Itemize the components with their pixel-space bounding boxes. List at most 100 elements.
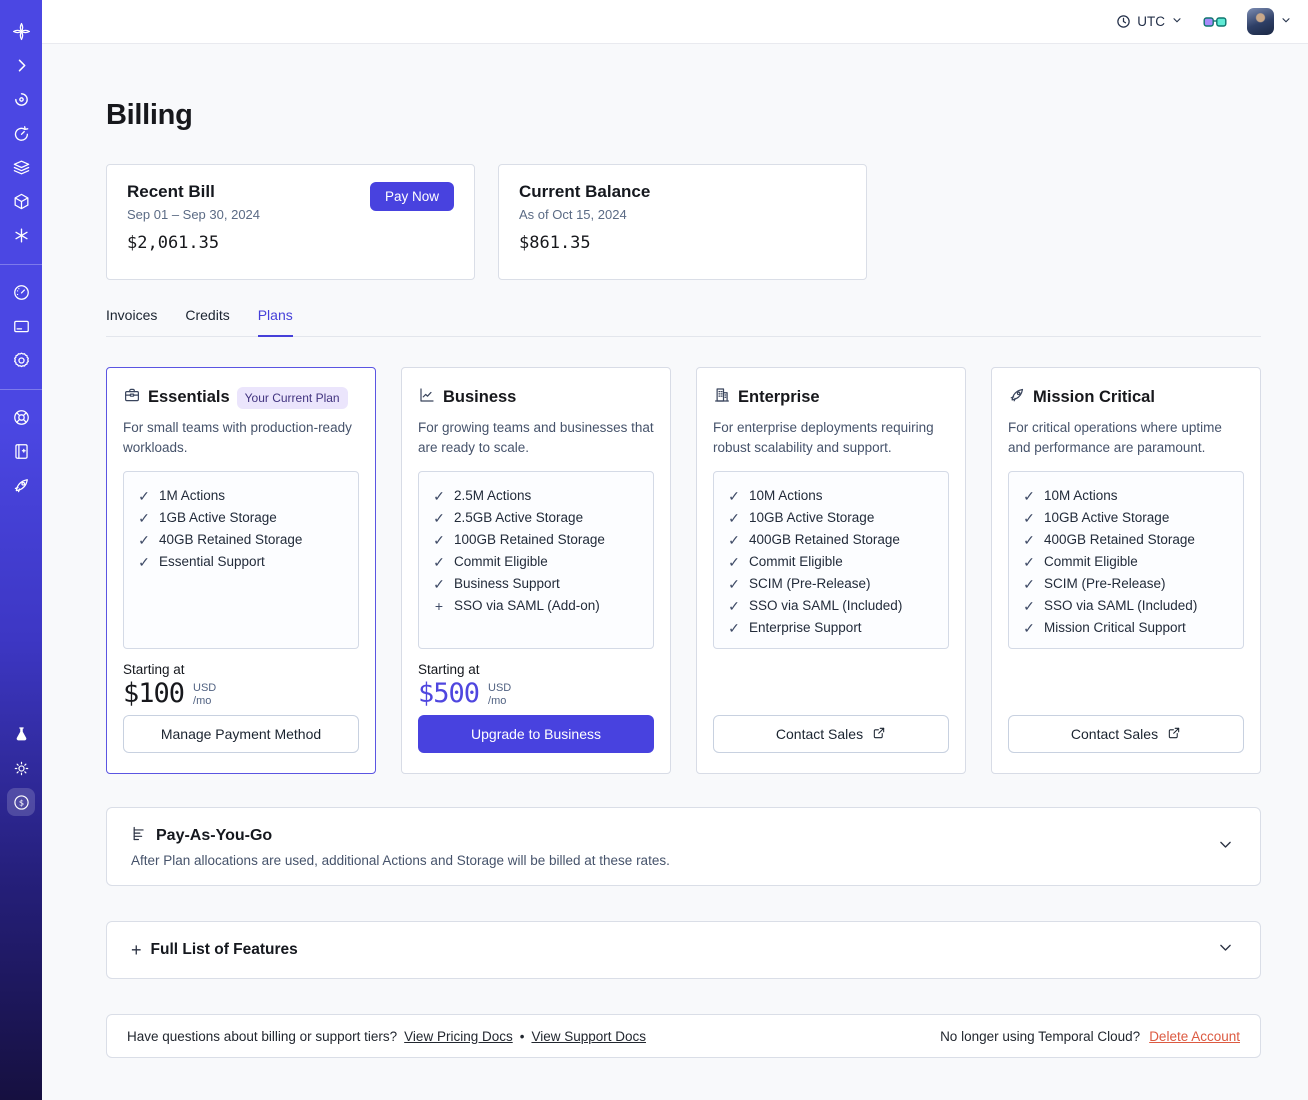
timezone-selector[interactable]: UTC xyxy=(1116,14,1183,29)
view-support-docs-link[interactable]: View Support Docs xyxy=(531,1029,646,1044)
card-icon[interactable] xyxy=(7,312,35,340)
manage-payment-button[interactable]: Manage Payment Method xyxy=(123,715,359,753)
feature-text: Commit Eligible xyxy=(454,554,548,570)
feature-text: 10GB Active Storage xyxy=(1044,510,1170,526)
features-accordion[interactable]: + Full List of Features xyxy=(106,921,1261,979)
feature-text: 40GB Retained Storage xyxy=(159,532,303,548)
asterisk-icon[interactable] xyxy=(7,221,35,249)
plan-card-business: Business For growing teams and businesse… xyxy=(401,367,671,774)
contact-sales-button[interactable]: Contact Sales xyxy=(1008,715,1244,753)
building-icon xyxy=(713,386,731,409)
tab-plans[interactable]: Plans xyxy=(257,307,293,337)
temporal-logo[interactable] xyxy=(7,17,35,45)
check-icon: ✓ xyxy=(1023,576,1035,593)
feature-text: Business Support xyxy=(454,576,560,592)
check-icon: ✓ xyxy=(1023,620,1035,637)
check-icon: ✓ xyxy=(433,510,445,527)
price-period: /mo xyxy=(193,695,212,708)
plan-name: Essentials xyxy=(148,388,230,406)
tab-credits[interactable]: Credits xyxy=(185,307,229,336)
price-label: Starting at xyxy=(418,662,480,678)
check-icon: ✓ xyxy=(1023,554,1035,571)
price-currency: USD xyxy=(193,682,217,695)
price-amount: $100 xyxy=(123,678,185,710)
feature-text: Enterprise Support xyxy=(749,620,862,636)
tab-invoices[interactable]: Invoices xyxy=(106,307,157,336)
check-icon: ✓ xyxy=(138,554,150,571)
summary-row: Recent Bill Sep 01 – Sep 30, 2024 $2,061… xyxy=(106,164,1261,280)
view-pricing-docs-link[interactable]: View Pricing Docs xyxy=(404,1029,513,1044)
rocket-icon[interactable] xyxy=(7,471,35,499)
timer-icon[interactable] xyxy=(7,119,35,147)
gauge-icon[interactable] xyxy=(7,278,35,306)
contact-sales-button[interactable]: Contact Sales xyxy=(713,715,949,753)
plan-name: Business xyxy=(443,388,517,406)
avatar xyxy=(1247,8,1274,35)
plan-card-enterprise: Enterprise For enterprise deployments re… xyxy=(696,367,966,774)
delete-account-link[interactable]: Delete Account xyxy=(1149,1029,1240,1044)
check-icon: ✓ xyxy=(138,510,150,527)
user-menu[interactable] xyxy=(1247,8,1292,35)
check-icon: ✓ xyxy=(433,532,445,549)
feature-text: 10M Actions xyxy=(749,488,823,504)
price-label: Starting at xyxy=(123,662,185,678)
glasses-icon[interactable] xyxy=(1203,14,1227,30)
check-icon: ✓ xyxy=(1023,532,1035,549)
bar-chart-icon xyxy=(131,825,148,847)
external-link-icon xyxy=(1167,726,1181,743)
check-icon: ✓ xyxy=(728,510,740,527)
timezone-label: UTC xyxy=(1137,14,1165,29)
feature-text: SSO via SAML (Included) xyxy=(749,598,903,614)
spiral-icon[interactable] xyxy=(7,85,35,113)
contact-sales-label: Contact Sales xyxy=(1070,726,1159,742)
feature-list: ✓ 2.5M Actions ✓ 2.5GB Active Storage ✓ 100… xyxy=(418,471,654,650)
footer-right-text: No longer using Temporal Cloud? xyxy=(940,1028,1141,1044)
chevron-right-icon[interactable] xyxy=(7,51,35,79)
layers-icon[interactable] xyxy=(7,153,35,181)
upgrade-business-button[interactable]: Upgrade to Business xyxy=(418,715,654,753)
plan-name: Enterprise xyxy=(738,388,820,406)
feature-list: ✓ 10M Actions ✓ 10GB Active Storage ✓ 400GB… xyxy=(713,471,949,650)
plans-row: Essentials Your Current Plan For small t… xyxy=(106,367,1261,774)
gear-icon[interactable] xyxy=(7,346,35,374)
price-currency: USD xyxy=(488,682,512,695)
plan-description: For small teams with production-ready wo… xyxy=(123,420,352,455)
footer-bar: Have questions about billing or support … xyxy=(106,1014,1261,1058)
check-icon: ✓ xyxy=(1023,510,1035,527)
feature-text: SCIM (Pre-Release) xyxy=(749,576,871,592)
page-title: Billing xyxy=(106,99,193,131)
feature-text: 10GB Active Storage xyxy=(749,510,875,526)
dollar-coin-icon[interactable]: $ xyxy=(7,788,35,816)
feature-text: SSO via SAML (Included) xyxy=(1044,598,1198,614)
check-icon: ✓ xyxy=(728,488,740,505)
plan-card-essentials: Essentials Your Current Plan For small t… xyxy=(106,367,376,774)
check-icon: ✓ xyxy=(138,488,150,505)
price-period: /mo xyxy=(488,695,507,708)
lifebuoy-icon[interactable] xyxy=(7,403,35,431)
feature-text: Commit Eligible xyxy=(1044,554,1138,570)
flask-icon[interactable] xyxy=(7,720,35,748)
feature-text: Mission Critical Support xyxy=(1044,620,1186,636)
feature-text: 1M Actions xyxy=(159,488,226,504)
sun-icon[interactable] xyxy=(7,754,35,782)
recent-bill-amount: $2,061.35 xyxy=(127,233,220,253)
sidebar-divider xyxy=(0,389,42,390)
main-content: Billing Recent Bill Sep 01 – Sep 30, 202… xyxy=(42,44,1308,1100)
svg-text:$: $ xyxy=(18,797,23,807)
recent-bill-card: Recent Bill Sep 01 – Sep 30, 2024 $2,061… xyxy=(106,164,475,280)
pay-now-button[interactable]: Pay Now xyxy=(369,182,454,211)
payg-accordion[interactable]: Pay-As-You-Go After Plan allocations are… xyxy=(106,807,1261,886)
plan-name: Mission Critical xyxy=(1033,388,1155,406)
current-balance-amount: $861.35 xyxy=(519,233,591,253)
chevron-down-icon[interactable] xyxy=(1217,939,1234,961)
chevron-down-icon[interactable] xyxy=(1217,836,1234,858)
check-icon: ✓ xyxy=(1023,598,1035,615)
billing-tabs: Invoices Credits Plans xyxy=(106,307,1261,337)
feature-text: Essential Support xyxy=(159,554,265,570)
feature-text: 2.5GB Active Storage xyxy=(454,510,584,526)
feature-text: 400GB Retained Storage xyxy=(1044,532,1195,548)
cube-icon[interactable] xyxy=(7,187,35,215)
feature-text: 400GB Retained Storage xyxy=(749,532,900,548)
book-icon[interactable] xyxy=(7,437,35,465)
payg-title: Pay-As-You-Go xyxy=(156,827,273,844)
